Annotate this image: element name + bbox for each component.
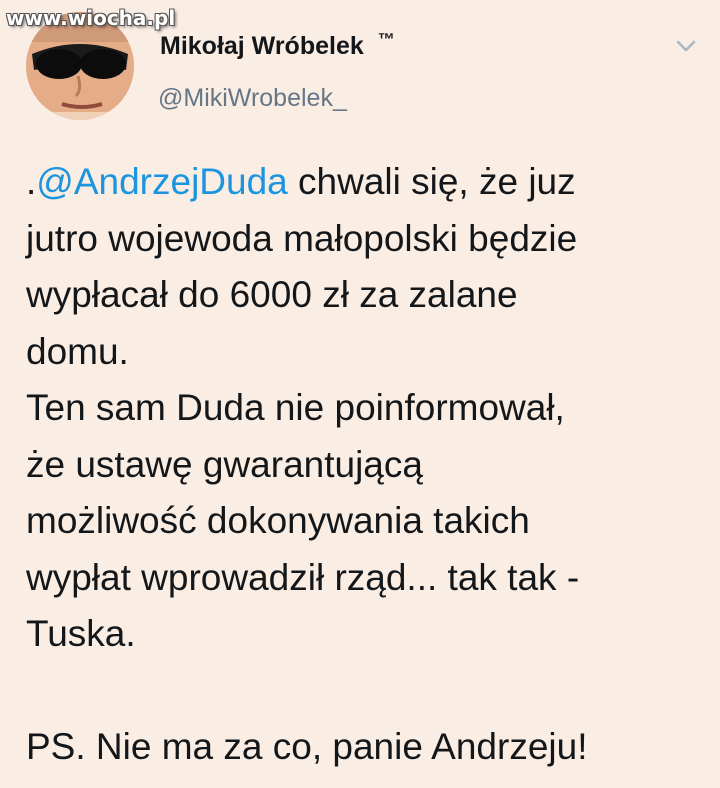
tweet-line: PS. Nie ma za co, panie Andrzeju! bbox=[26, 726, 588, 767]
tweet-line: wypłat wprowadził rząd... tak tak - bbox=[26, 556, 580, 598]
mention-link[interactable]: @AndrzejDuda bbox=[36, 161, 287, 202]
tweet-line: wypłacał do 6000 zł za zalane bbox=[26, 274, 518, 315]
tweet-line: Ten sam Duda nie poinformował, bbox=[26, 387, 565, 428]
tweet-line-prefix: . bbox=[26, 161, 37, 202]
tweet-line-text: chwali się, że juz bbox=[287, 161, 576, 202]
author-name-row[interactable]: Mikołaj Wróbelek ™ bbox=[160, 30, 395, 61]
chevron-down-icon[interactable] bbox=[674, 36, 698, 56]
author-handle[interactable]: @MikiWrobelek_ bbox=[158, 84, 347, 113]
tweet-line: możliwość dokonywania takich bbox=[26, 500, 530, 541]
tweet-line: że ustawę gwarantującą bbox=[26, 443, 423, 485]
tweet-line: domu. bbox=[26, 330, 129, 372]
tweet-line: Tuska. bbox=[26, 613, 136, 654]
tweet-text: .@AndrzejDuda chwali się, że juz jutro w… bbox=[26, 154, 706, 776]
author-display-name[interactable]: Mikołaj Wróbelek bbox=[160, 32, 364, 61]
tweet-line: .@AndrzejDuda chwali się, że juz bbox=[26, 154, 706, 211]
tweet-line: jutro wojewoda małopolski będzie bbox=[26, 217, 578, 259]
trademark-badge: ™ bbox=[377, 30, 395, 49]
site-watermark: www.wiocha.pl bbox=[6, 6, 176, 30]
